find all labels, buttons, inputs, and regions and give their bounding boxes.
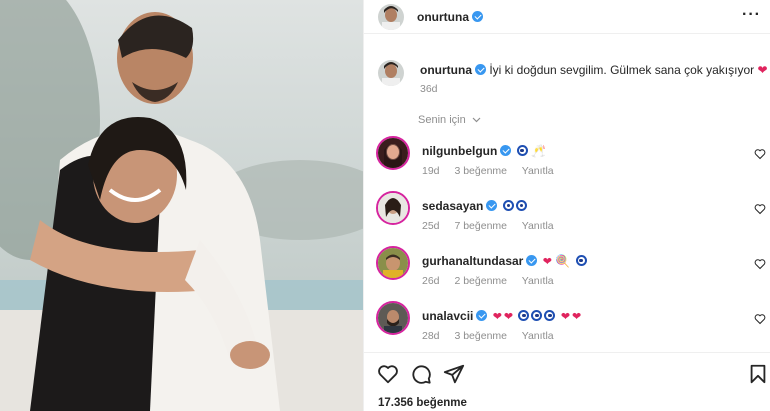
reply-button[interactable]: Yanıtla	[522, 220, 554, 232]
verified-badge-icon	[526, 255, 538, 266]
comment-age[interactable]: 26d	[422, 275, 440, 287]
commenter-username[interactable]: sedasayan	[422, 199, 483, 213]
red-heart-icon: ❤	[572, 311, 582, 323]
caption-avatar[interactable]	[378, 60, 404, 86]
post-photo[interactable]	[0, 0, 363, 411]
heart-emoji-icon: ❤	[757, 63, 768, 77]
red-heart-icon: ❤	[560, 311, 571, 323]
commenter-username[interactable]: nilgunbelgun	[422, 144, 497, 158]
comment-emoji: 🍭	[555, 254, 571, 268]
nazar-eye-icon	[531, 310, 543, 321]
comment-item: nilgunbelgun 🥂 19d 3 beğenme Yanıtla	[376, 136, 768, 186]
comment-meta: 19d 3 beğenme Yanıtla	[422, 165, 566, 177]
reply-button[interactable]: Yanıtla	[522, 275, 554, 287]
comment-likes[interactable]: 3 beğenme	[454, 165, 507, 177]
commenter-avatar[interactable]	[378, 193, 408, 223]
more-horizontal-icon[interactable]: ···	[742, 6, 761, 24]
post-likes-count[interactable]: 17.356 beğenme	[378, 397, 467, 409]
commenter-avatar[interactable]	[378, 248, 408, 278]
commenter-avatar[interactable]	[378, 303, 408, 333]
comment-age[interactable]: 28d	[422, 330, 440, 342]
paper-plane-icon[interactable]	[443, 363, 465, 385]
caption-text: İyi ki doğdun sevgilim. Gülmek sana çok …	[489, 63, 755, 77]
comment-emoji: 🥂	[531, 144, 546, 158]
verified-badge-icon	[476, 310, 488, 321]
nazar-eye-icon	[502, 200, 514, 211]
verified-badge-icon	[500, 145, 512, 156]
comment-filter-label: Senin için	[418, 114, 466, 126]
verified-badge-icon	[475, 64, 486, 75]
heart-outline-icon[interactable]	[754, 203, 766, 215]
comment-likes[interactable]: 3 beğenme	[454, 330, 507, 342]
avatar[interactable]	[378, 4, 404, 30]
comment-filter-dropdown[interactable]: Senin için	[418, 114, 481, 126]
verified-badge-icon	[472, 11, 483, 22]
post-username[interactable]: onurtuna	[417, 10, 483, 24]
red-heart-icon: ❤	[503, 311, 514, 323]
post-details-panel: onurtuna ··· onurtuna İyi ki doğdun sevg…	[363, 0, 770, 411]
heart-outline-icon[interactable]	[754, 148, 766, 160]
caption-text-line: onurtuna İyi ki doğdun sevgilim. Gülmek …	[420, 62, 768, 78]
comment-item: gurhanaltundasar ❤ 🍭 26d 2 beğenme Yanıt…	[376, 246, 768, 296]
red-heart-icon: ❤	[542, 256, 552, 268]
commenter-username[interactable]: unalavcii	[422, 309, 473, 323]
nazar-eye-icon	[575, 255, 587, 266]
heart-outline-icon[interactable]	[754, 313, 766, 325]
verified-badge-icon	[486, 200, 498, 211]
post-actions-bar: 17.356 beğenme	[364, 352, 770, 411]
reply-button[interactable]: Yanıtla	[522, 165, 554, 177]
comment-item: sedasayan 25d 7 beğenme Yanıtla	[376, 191, 768, 241]
comment-likes[interactable]: 7 beğenme	[454, 220, 507, 232]
comment-text: sedasayan	[422, 199, 527, 213]
caption-age[interactable]: 36d	[420, 83, 438, 95]
comment-meta: 28d 3 beğenme Yanıtla	[422, 330, 566, 342]
bookmark-icon[interactable]	[747, 363, 769, 385]
heart-outline-icon[interactable]	[377, 363, 399, 385]
comment-bubble-icon[interactable]	[410, 363, 432, 385]
comment-text: nilgunbelgun 🥂	[422, 144, 546, 158]
comment-text: gurhanaltundasar ❤ 🍭	[422, 254, 587, 268]
comment-age[interactable]: 19d	[422, 165, 440, 177]
commenter-avatar[interactable]	[378, 138, 408, 168]
post-username-label[interactable]: onurtuna	[417, 10, 469, 24]
comment-likes[interactable]: 2 beğenme	[454, 275, 507, 287]
nazar-eye-icon	[518, 310, 530, 321]
nazar-eye-icon	[516, 145, 528, 156]
caption-username[interactable]: onurtuna	[420, 63, 472, 77]
commenter-username[interactable]: gurhanaltundasar	[422, 254, 523, 268]
chevron-down-icon	[472, 114, 481, 126]
comment-item: unalavcii ❤ ❤ ❤ ❤ 28d 3 beğenme Yanıtla	[376, 301, 768, 351]
heart-outline-icon[interactable]	[754, 258, 766, 270]
red-heart-icon: ❤	[492, 311, 502, 323]
comment-meta: 25d 7 beğenme Yanıtla	[422, 220, 566, 232]
reply-button[interactable]: Yanıtla	[522, 330, 554, 342]
nazar-eye-icon	[515, 200, 527, 211]
comment-meta: 26d 2 beğenme Yanıtla	[422, 275, 566, 287]
nazar-eye-icon	[544, 310, 556, 321]
comment-age[interactable]: 25d	[422, 220, 440, 232]
comment-text: unalavcii ❤ ❤ ❤ ❤	[422, 309, 581, 323]
post-header: onurtuna ···	[364, 0, 770, 34]
